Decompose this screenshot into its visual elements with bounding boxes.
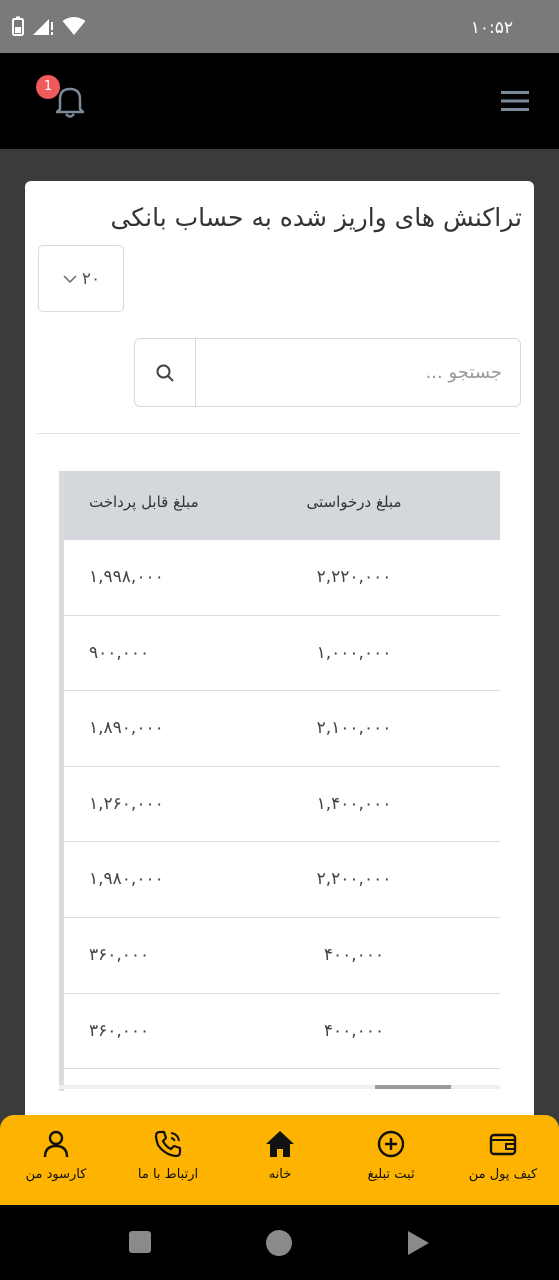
divider: [37, 433, 521, 434]
payable-cell: ۹۰۰,۰۰۰: [89, 642, 150, 663]
search-input[interactable]: [196, 339, 520, 406]
phone-icon: [154, 1130, 182, 1158]
requested-cell: ۱,۴۰۰,۰۰۰: [316, 793, 392, 814]
system-nav-bar: [0, 1205, 559, 1280]
requested-cell: ۴۰۰,۰۰۰: [323, 1020, 385, 1041]
table-row: ۱,۹۸۰,۰۰۰ ۲,۲۰۰,۰۰۰: [64, 842, 500, 918]
status-icons: [12, 16, 86, 36]
payable-cell: ۱,۹۹۸,۰۰۰: [89, 567, 164, 587]
table-row: ۱,۲۶۰,۰۰۰ ۱,۴۰۰,۰۰۰: [64, 767, 500, 843]
table-row: ۹۰۰,۰۰۰ ۱,۰۰۰,۰۰۰: [64, 616, 500, 692]
requested-cell: ۲,۲۲۰,۰۰۰: [316, 567, 392, 587]
nav-label: خانه: [268, 1167, 292, 1182]
payable-cell: ۳۶۰,۰۰۰: [89, 1020, 150, 1041]
nav-label: کارسود من: [25, 1167, 87, 1182]
user-icon: [43, 1130, 69, 1158]
recents-icon[interactable]: [127, 1229, 153, 1255]
search-box: [134, 338, 521, 407]
requested-cell: ۲,۲۰۰,۰۰۰: [316, 869, 392, 890]
transactions-card: تراکنش های واریز شده به حساب بانکی ۲۰ مب…: [25, 181, 534, 1121]
signal-icon: [33, 19, 53, 35]
nav-label: ارتباط با ما: [137, 1167, 199, 1182]
chevron-down-icon: [63, 274, 77, 283]
search-button[interactable]: [135, 339, 196, 406]
page-size-select[interactable]: ۲۰: [38, 245, 124, 312]
header-requested-amount: مبلغ درخواستی: [306, 493, 402, 511]
back-icon[interactable]: [405, 1229, 431, 1257]
table-row: ۱,۸۹۰,۰۰۰ ۲,۱۰۰,۰۰۰: [64, 691, 500, 767]
table-row: ۳۶۰,۰۰۰ ۴۰۰,۰۰۰: [64, 918, 500, 994]
header-payable-amount: مبلغ قابل پرداخت: [89, 493, 199, 511]
wallet-icon: [489, 1133, 517, 1156]
payable-cell: ۳۶۰,۰۰۰: [89, 944, 150, 965]
table-row: ۳۶۰,۰۰۰ ۴۰۰,۰۰۰: [64, 994, 500, 1070]
app-header: 1: [0, 53, 559, 149]
menu-button[interactable]: [501, 89, 529, 113]
home-icon: [266, 1131, 294, 1157]
horizontal-scrollbar[interactable]: [59, 1085, 500, 1089]
payable-cell: ۱,۹۸۰,۰۰۰: [89, 869, 164, 890]
plus-circle-icon: [377, 1130, 405, 1158]
payable-cell: ۱,۲۶۰,۰۰۰: [89, 793, 164, 814]
status-bar: ۱۰:۵۲: [0, 0, 559, 53]
nav-item-wallet[interactable]: کیف پول من: [453, 1129, 553, 1182]
nav-label: کیف پول من: [468, 1167, 538, 1182]
notifications-button[interactable]: 1: [36, 75, 90, 121]
wifi-icon: [62, 17, 86, 35]
nav-item-home[interactable]: خانه: [230, 1129, 330, 1182]
requested-cell: ۱,۰۰۰,۰۰۰: [316, 642, 392, 663]
status-time: ۱۰:۵۲: [470, 18, 513, 38]
table-header: مبلغ قابل پرداخت مبلغ درخواستی: [64, 471, 500, 540]
nav-item-contact[interactable]: ارتباط با ما: [118, 1129, 218, 1182]
search-icon: [156, 364, 174, 382]
page-size-value: ۲۰: [81, 268, 101, 289]
bottom-nav: کارسود من ارتباط با ما خانه ثبت تبلیغ کی…: [0, 1115, 559, 1205]
home-circle-icon[interactable]: [265, 1229, 293, 1257]
transactions-table[interactable]: مبلغ قابل پرداخت مبلغ درخواستی ۱,۹۹۸,۰۰۰…: [59, 471, 500, 1091]
requested-cell: ۴۰۰,۰۰۰: [323, 944, 385, 965]
nav-item-my-karsood[interactable]: کارسود من: [6, 1129, 106, 1182]
page-title: تراکنش های واریز شده به حساب بانکی: [110, 203, 522, 232]
requested-cell: ۲,۱۰۰,۰۰۰: [316, 718, 392, 739]
payable-cell: ۱,۸۹۰,۰۰۰: [89, 718, 164, 739]
nav-item-post-ad[interactable]: ثبت تبلیغ: [341, 1129, 441, 1182]
battery-icon: [12, 16, 24, 36]
horizontal-scroll-thumb[interactable]: [375, 1085, 451, 1089]
notification-badge: 1: [36, 75, 60, 99]
menu-icon[interactable]: [501, 89, 529, 113]
nav-label: ثبت تبلیغ: [367, 1167, 415, 1182]
table-row: ۱,۹۹۸,۰۰۰ ۲,۲۲۰,۰۰۰: [64, 540, 500, 616]
